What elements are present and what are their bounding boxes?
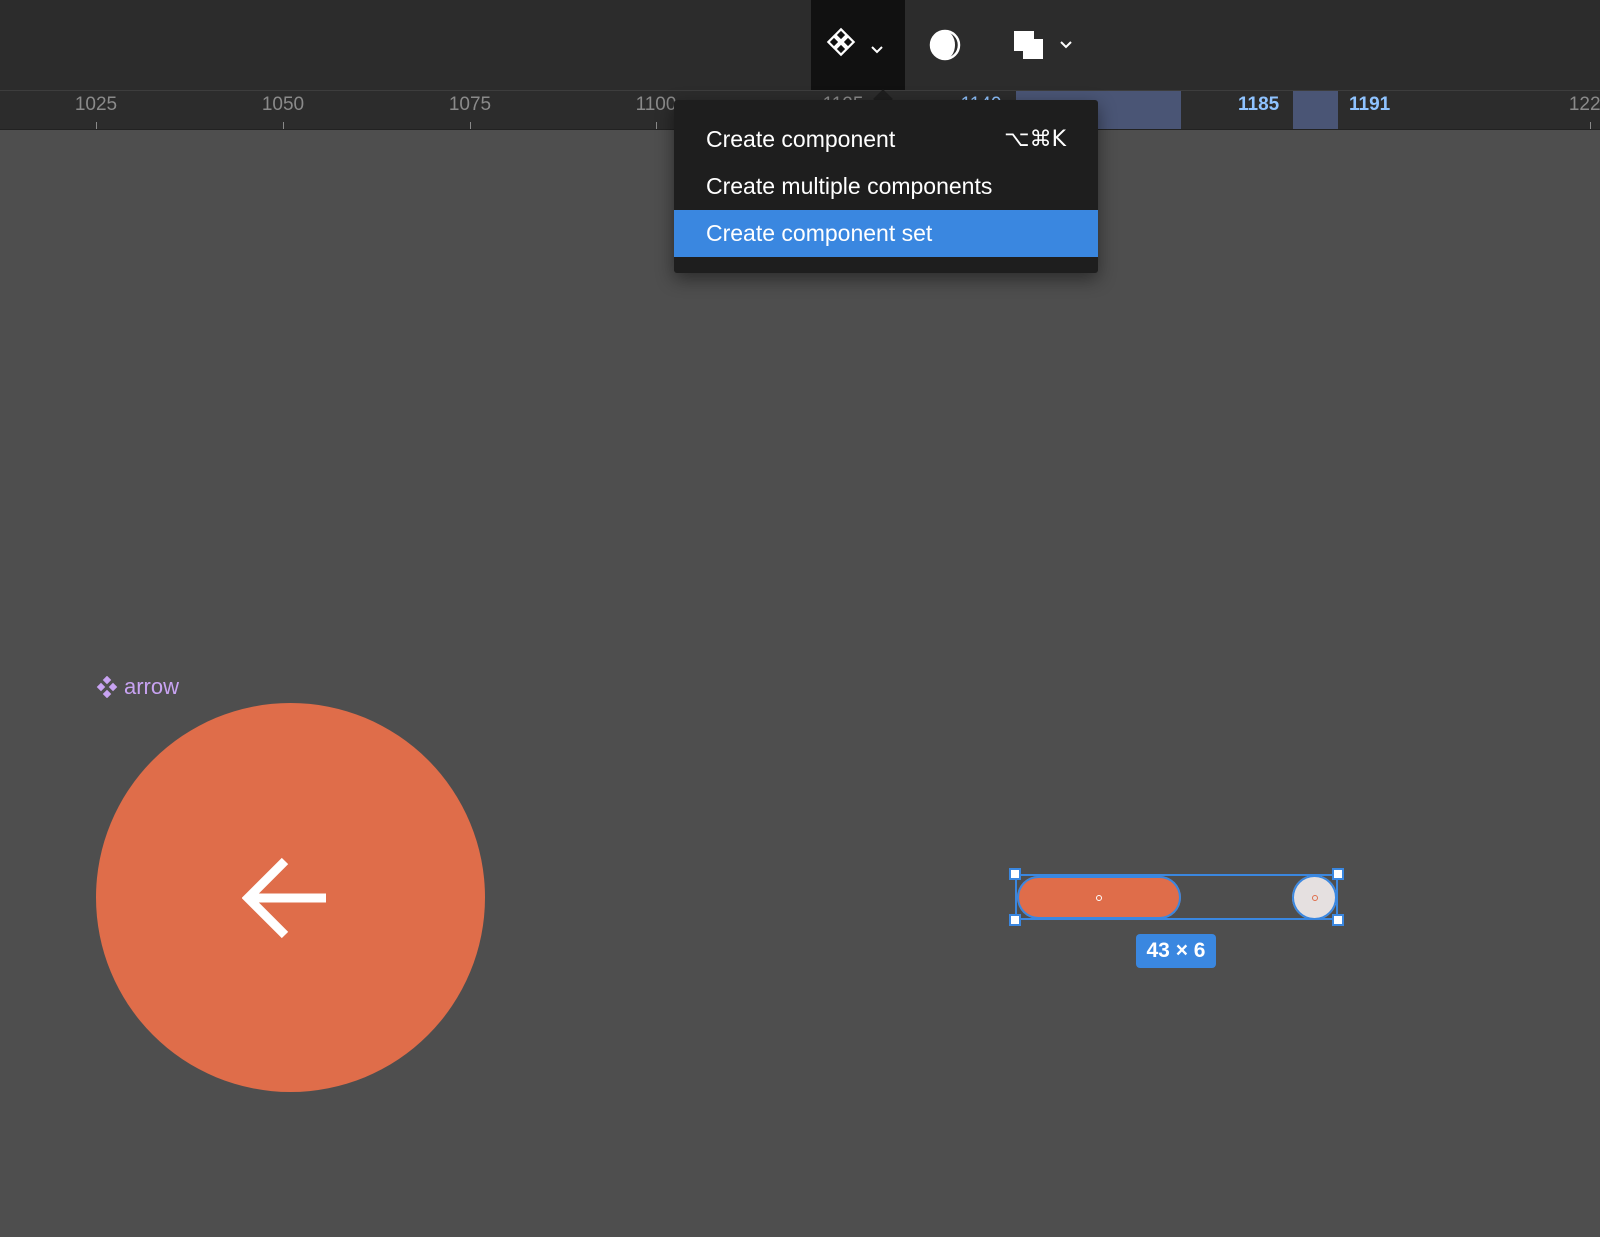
menu-item-label: Create component <box>706 126 896 152</box>
union-squares-icon <box>1014 31 1072 59</box>
component-name-label[interactable]: arrow <box>96 674 179 700</box>
ruler-tick <box>283 122 284 129</box>
component-diamond-icon <box>96 676 118 698</box>
menu-item-create-component-set[interactable]: Create component set <box>674 210 1098 257</box>
boolean-tool-button[interactable] <box>1004 0 1084 90</box>
figma-canvas: 1025 1050 1075 1100 1125 1140 1185 1191 … <box>0 0 1600 1237</box>
menu-item-shortcut: ⌥⌘K <box>1004 127 1066 152</box>
ruler-label: 1050 <box>261 94 305 115</box>
component-dropdown-menu: Create component ⌥⌘K Create multiple com… <box>674 100 1098 273</box>
ruler-highlight <box>1293 91 1338 129</box>
ruler-label: 1225 <box>1568 94 1600 115</box>
selection-bounding-box[interactable] <box>1015 874 1338 920</box>
ruler-tick <box>1590 122 1591 129</box>
half-circle-icon <box>929 29 961 61</box>
mask-tool-button[interactable] <box>916 0 974 90</box>
ruler-label: 1100 <box>635 94 677 115</box>
resize-handle-bottom-right[interactable] <box>1332 914 1344 926</box>
arrow-component[interactable] <box>96 703 485 1092</box>
ruler-label: 1025 <box>74 94 118 115</box>
toolbar <box>0 0 1600 90</box>
ruler-label: 1075 <box>448 94 492 115</box>
menu-item-create-multiple-components[interactable]: Create multiple components <box>674 163 1098 210</box>
ruler-tick <box>96 122 97 129</box>
ruler-selection-start: 1185 <box>1238 94 1280 115</box>
resize-handle-top-right[interactable] <box>1332 868 1344 880</box>
component-name: arrow <box>124 674 180 699</box>
menu-item-label: Create component set <box>706 220 933 246</box>
resize-handle-top-left[interactable] <box>1009 868 1021 880</box>
menu-item-label: Create multiple components <box>706 173 993 199</box>
selection-size-badge: 43 × 6 <box>1136 934 1216 968</box>
resize-handle-bottom-left[interactable] <box>1009 914 1021 926</box>
menu-item-create-component[interactable]: Create component ⌥⌘K <box>674 116 1098 163</box>
component-tool-button[interactable] <box>811 0 905 90</box>
ruler-selection-end: 1191 <box>1349 94 1391 115</box>
arrow-left-icon <box>242 857 326 939</box>
ruler-tick <box>656 122 657 129</box>
components-icon <box>826 27 883 57</box>
ruler-tick <box>470 122 471 129</box>
